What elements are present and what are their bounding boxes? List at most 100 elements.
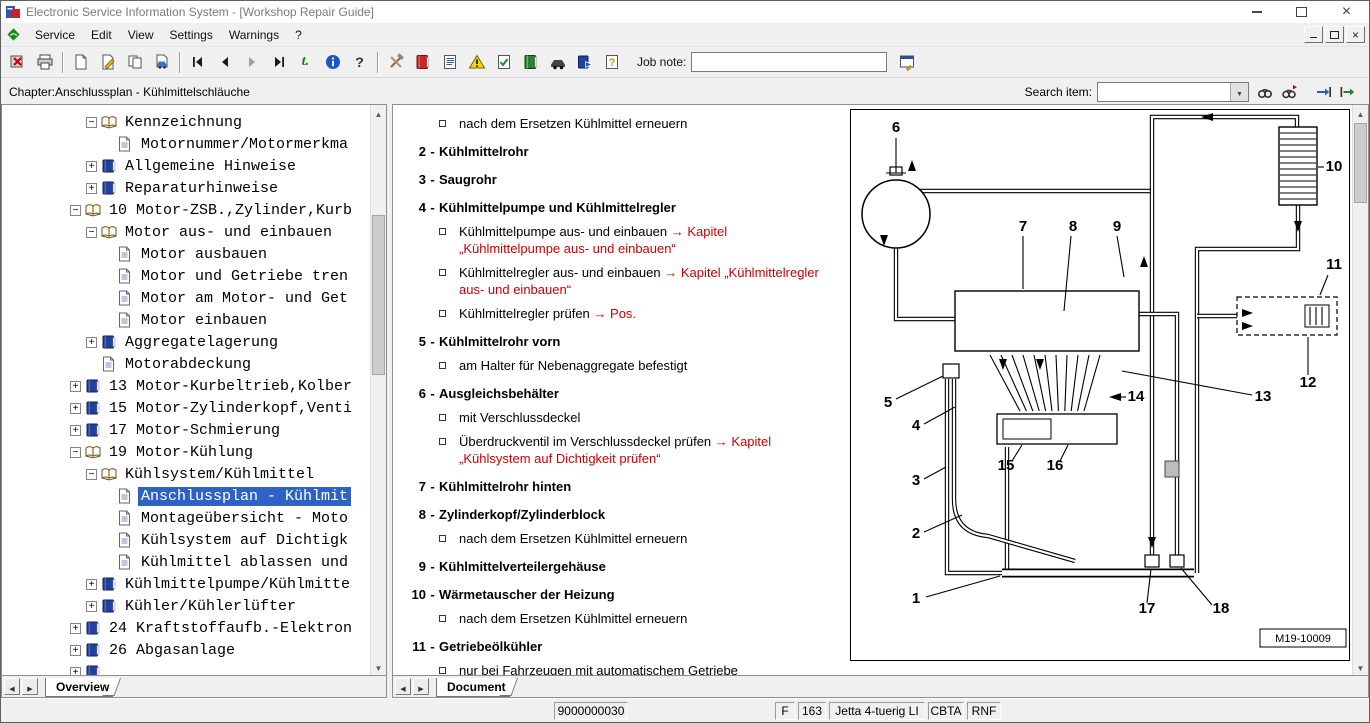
menu-item-settings[interactable]: Settings [162, 23, 221, 46]
tree-item[interactable]: Anschlussplan - Kühlmit [2, 485, 370, 507]
nav-first-button[interactable] [184, 49, 211, 75]
takeover-search-term-button[interactable] [1335, 81, 1359, 103]
repair-manual-button[interactable] [409, 49, 436, 75]
tree-item[interactable]: Motorabdeckung [2, 353, 370, 375]
document-scrollbar[interactable] [1352, 105, 1368, 675]
menu-item-edit[interactable]: Edit [83, 23, 120, 46]
new-document-button[interactable] [67, 49, 94, 75]
mdi-minimize-button[interactable] [1304, 26, 1323, 43]
properties-button[interactable] [893, 49, 920, 75]
tab-scroll-right-button[interactable] [413, 678, 429, 695]
tree-item[interactable]: 19 Motor-Kühlung [2, 441, 370, 463]
vehicle-document-button[interactable] [148, 49, 175, 75]
menu-item-view[interactable]: View [120, 23, 162, 46]
mdi-close-button[interactable] [1346, 26, 1365, 43]
find-previous-button[interactable] [1277, 81, 1301, 103]
scrollbar-thumb[interactable] [372, 215, 385, 375]
tab-document[interactable]: Document [436, 678, 510, 697]
tree-item[interactable]: 15 Motor-Zylinderkopf,Venti [2, 397, 370, 419]
book-go-button[interactable] [571, 49, 598, 75]
tree-item[interactable]: Kühlsystem/Kühlmittel [2, 463, 370, 485]
collapse-minus-icon[interactable] [70, 447, 81, 458]
tree-item[interactable]: Motor einbauen [2, 309, 370, 331]
info-button[interactable] [319, 49, 346, 75]
expand-plus-icon[interactable] [70, 403, 81, 414]
tree-item[interactable]: Kennzeichnung [2, 111, 370, 133]
doc-link[interactable]: → Pos. [593, 306, 636, 321]
vehicle-button[interactable] [544, 49, 571, 75]
expand-plus-icon[interactable] [86, 337, 97, 348]
tree-item[interactable]: 13 Motor-Kurbeltrieb,Kolber [2, 375, 370, 397]
expand-plus-icon[interactable] [86, 183, 97, 194]
minimize-button[interactable] [1234, 1, 1279, 23]
expand-plus-icon[interactable] [86, 579, 97, 590]
search-item-combo[interactable] [1097, 82, 1249, 102]
tree-item[interactable]: Kühlsystem auf Dichtigk [2, 529, 370, 551]
scroll-down-button[interactable] [1353, 659, 1368, 675]
job-note-input[interactable] [691, 52, 887, 72]
print-button[interactable] [31, 49, 58, 75]
collapse-minus-icon[interactable] [86, 117, 97, 128]
expand-plus-icon[interactable] [86, 161, 97, 172]
expand-plus-icon[interactable] [70, 425, 81, 436]
search-dropdown-button[interactable] [1230, 83, 1248, 101]
tree-item[interactable]: Kühlmittelpumpe/Kühlmitte [2, 573, 370, 595]
nav-previous-button[interactable] [211, 49, 238, 75]
scroll-up-button[interactable] [371, 105, 386, 121]
tree-item[interactable]: Allgemeine Hinweise [2, 155, 370, 177]
close-button[interactable] [1324, 1, 1369, 23]
tree-item[interactable]: Kühlmittel ablassen und [2, 551, 370, 573]
copy-document-button[interactable] [121, 49, 148, 75]
insert-search-term-button[interactable] [1311, 81, 1335, 103]
nav-next-button[interactable] [238, 49, 265, 75]
mdi-restore-button[interactable] [1325, 26, 1344, 43]
history-t-button[interactable]: t. [292, 49, 319, 75]
tab-scroll-left-button[interactable] [395, 678, 411, 695]
maximize-button[interactable] [1279, 1, 1324, 23]
collapse-minus-icon[interactable] [86, 469, 97, 480]
nav-last-button[interactable] [265, 49, 292, 75]
tree-scrollbar[interactable] [370, 105, 386, 675]
tab-overview[interactable]: Overview [45, 678, 113, 697]
tree-item[interactable]: Montageübersicht - Moto [2, 507, 370, 529]
scroll-down-button[interactable] [371, 659, 386, 675]
expand-plus-icon[interactable] [70, 667, 81, 676]
tree-item[interactable]: 10 Motor-ZSB.,Zylinder,Kurb [2, 199, 370, 221]
tree-item[interactable]: Motor und Getriebe tren [2, 265, 370, 287]
tree-item[interactable]: 26 Abgasanlage [2, 639, 370, 661]
expand-plus-icon[interactable] [70, 623, 81, 634]
tab-scroll-left-button[interactable] [4, 678, 20, 695]
warnings-button[interactable] [463, 49, 490, 75]
menu-item-help[interactable]: ? [287, 23, 310, 46]
document-help-button[interactable]: ? [598, 49, 625, 75]
scrollbar-thumb[interactable] [1354, 123, 1367, 203]
tree-item[interactable]: Reparaturhinweise [2, 177, 370, 199]
tools-button[interactable] [382, 49, 409, 75]
edit-document-button[interactable] [94, 49, 121, 75]
search-input[interactable] [1098, 83, 1230, 101]
menu-item-service[interactable]: Service [27, 23, 83, 46]
scroll-up-button[interactable] [1353, 105, 1368, 121]
tree-item[interactable]: 24 Kraftstoffaufb.-Elektron [2, 617, 370, 639]
menu-item-warnings[interactable]: Warnings [221, 23, 287, 46]
tree-item[interactable]: Motornummer/Motormerkma [2, 133, 370, 155]
tree-item[interactable]: Aggregatelagerung [2, 331, 370, 353]
find-next-button[interactable] [1253, 81, 1277, 103]
collapse-minus-icon[interactable] [70, 205, 81, 216]
tree-item[interactable]: 17 Motor-Schmierung [2, 419, 370, 441]
expand-plus-icon[interactable] [70, 381, 81, 392]
expand-plus-icon[interactable] [86, 601, 97, 612]
service-book-button[interactable] [517, 49, 544, 75]
tree-item[interactable]: Motor aus- und einbauen [2, 221, 370, 243]
tree-item[interactable]: Kühler/Kühlerlüfter [2, 595, 370, 617]
tab-scroll-right-button[interactable] [22, 678, 38, 695]
checklist-button[interactable] [490, 49, 517, 75]
tree-item[interactable]: Motor am Motor- und Get [2, 287, 370, 309]
collapse-minus-icon[interactable] [86, 227, 97, 238]
tree-item[interactable] [2, 661, 370, 675]
help-button[interactable]: ? [346, 49, 373, 75]
tree-item[interactable]: Motor ausbauen [2, 243, 370, 265]
exit-button[interactable] [4, 49, 31, 75]
expand-plus-icon[interactable] [70, 645, 81, 656]
text-view-button[interactable] [436, 49, 463, 75]
